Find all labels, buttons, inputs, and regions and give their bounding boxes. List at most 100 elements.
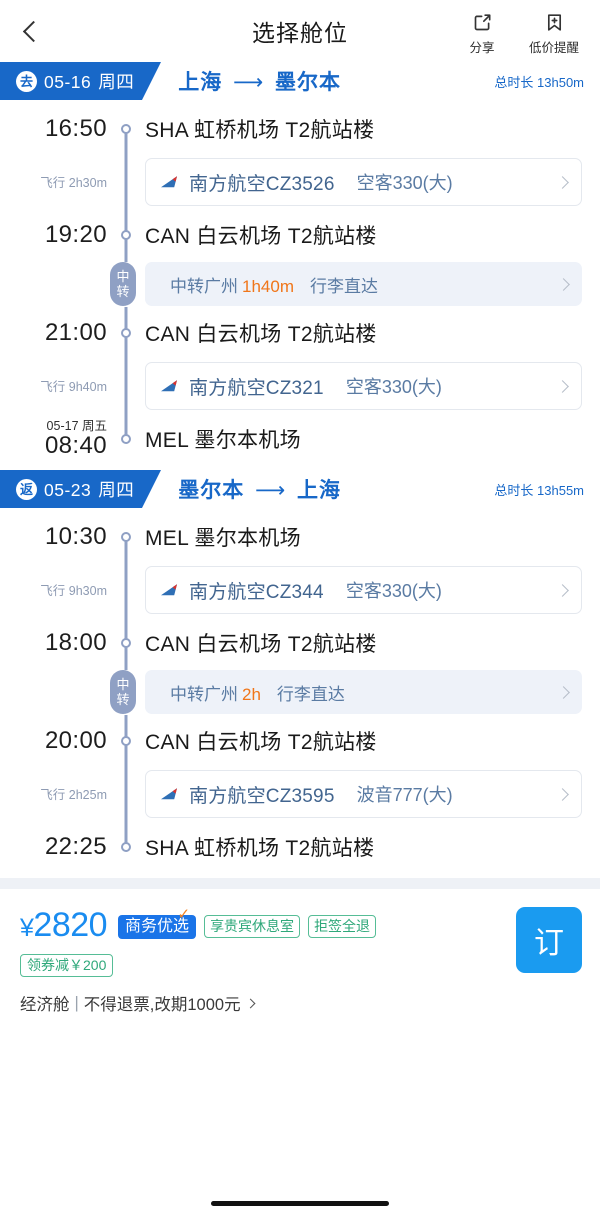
- chevron-right-icon: [556, 175, 569, 189]
- low-price-alert-label: 低价提醒: [528, 41, 579, 55]
- stop-time: 16:50: [44, 115, 107, 142]
- trip-banner: 返 05-23 周四 墨尔本 ⟶ 上海 总时长 13h55m: [0, 470, 600, 508]
- timeline-rail-col: [118, 416, 134, 462]
- timeline-stop: 21:00 CAN 白云机场 T2航站楼: [0, 310, 600, 356]
- timeline-stop: 22:25 SHA 虹桥机场 T2航站楼: [0, 824, 600, 870]
- timeline-flight-segment: 飞行 9h40m 南方航空CZ321 空客330(大): [0, 356, 600, 416]
- timeline-stop: 16:50 SHA 虹桥机场 T2航站楼: [0, 106, 600, 152]
- coupon-badge[interactable]: 领券减￥200: [20, 954, 114, 977]
- trip-date-tag: 去 05-16 周四: [0, 62, 162, 100]
- flight-number: 南方航空CZ3595: [189, 785, 335, 807]
- flight-duration: 飞行 2h25m: [40, 788, 107, 802]
- header-actions: 分享 低价提醒: [454, 6, 600, 56]
- share-label: 分享: [469, 41, 495, 55]
- price-amount: ¥2820: [20, 906, 108, 946]
- trip-date: 05-23 周四: [44, 479, 135, 500]
- timeline-flight-segment: 飞行 2h25m 南方航空CZ3595 波音777(大): [0, 764, 600, 824]
- stop-time-col: 22:25: [0, 833, 118, 861]
- benefit-badge-refund: 拒签全退: [308, 915, 377, 938]
- stop-time: 18:00: [44, 629, 107, 656]
- home-indicator: [211, 1201, 389, 1206]
- price-summary: ¥2820 商务优选 ✓ 享贵宾休息室 拒签全退 领券减￥200 订: [20, 907, 582, 977]
- chevron-right-icon: [556, 787, 569, 801]
- timeline-rail-col: [118, 620, 134, 666]
- timeline-stop: 05-17 周五 08:40 MEL 墨尔本机场: [0, 416, 600, 462]
- flight-duration-col: 飞行 9h30m: [0, 580, 118, 600]
- flight-card[interactable]: 南方航空CZ3526 空客330(大): [145, 158, 582, 206]
- stop-name: SHA 虹桥机场 T2航站楼: [145, 119, 375, 142]
- airline-logo-icon: [161, 176, 177, 188]
- stop-name: SHA 虹桥机场 T2航站楼: [145, 837, 375, 860]
- stop-name: MEL 墨尔本机场: [145, 527, 301, 550]
- chevron-right-icon: [557, 277, 570, 291]
- itinerary-list: 去 05-16 周四 上海 ⟶ 墨尔本 总时长 13h50m 16:50 SHA 虹桥机场 …: [0, 62, 600, 878]
- timeline-rail-col: [118, 824, 134, 870]
- timeline-rail-col: [118, 310, 134, 356]
- route-arrow-icon: ⟶: [248, 479, 294, 502]
- timeline-transfer: 中转 中转广州 1h40m 行李直达: [0, 258, 600, 310]
- stop-name: CAN 白云机场 T2航站楼: [145, 225, 377, 248]
- aircraft-type: 空客330(大): [356, 173, 453, 193]
- stop-time: 21:00: [44, 319, 107, 346]
- stop-name: CAN 白云机场 T2航站楼: [145, 633, 377, 656]
- price-row: ¥2820 商务优选 ✓ 享贵宾休息室 拒签全退: [20, 907, 506, 946]
- stop-time: 20:00: [44, 727, 107, 754]
- stop-name: CAN 白云机场 T2航站楼: [145, 731, 377, 754]
- route-arrow-icon: ⟶: [226, 71, 272, 94]
- timeline-node: [121, 532, 131, 542]
- share-button[interactable]: 分享: [454, 10, 510, 56]
- timeline-node: [121, 842, 131, 852]
- aircraft-type: 空客330(大): [345, 581, 442, 601]
- timeline-node: [121, 328, 131, 338]
- timeline-node: [121, 124, 131, 134]
- low-price-alert-button[interactable]: 低价提醒: [526, 10, 582, 56]
- flight-number: 南方航空CZ321: [189, 377, 324, 399]
- flight-card[interactable]: 南方航空CZ321 空客330(大): [145, 362, 582, 410]
- flight-card[interactable]: 南方航空CZ344 空客330(大): [145, 566, 582, 614]
- timeline-rail-col: [118, 514, 134, 560]
- share-icon: [472, 10, 493, 34]
- trip-route: 上海 ⟶ 墨尔本: [178, 71, 342, 94]
- price-value: 2820: [33, 906, 108, 944]
- transfer-card[interactable]: 中转广州 1h40m 行李直达: [145, 262, 582, 306]
- fare-separator: |: [74, 993, 79, 1012]
- timeline-rail-col: [118, 152, 134, 212]
- trip-banner: 去 05-16 周四 上海 ⟶ 墨尔本 总时长 13h50m: [0, 62, 600, 100]
- timeline-rail-col: [118, 106, 134, 152]
- transfer-card[interactable]: 中转广州 2h 行李直达: [145, 670, 582, 714]
- primary-badge: 商务优选 ✓: [118, 907, 197, 939]
- transfer-tab: 中转: [110, 262, 136, 306]
- flight-number: 南方航空CZ344: [189, 581, 324, 603]
- flight-duration: 飞行 2h30m: [40, 176, 107, 190]
- stop-time-col: 18:00: [0, 629, 118, 657]
- trip-date-tag: 返 05-23 周四: [0, 470, 162, 508]
- benefit-badge-lounge: 享贵宾休息室: [204, 915, 301, 938]
- transfer-baggage: 行李直达: [309, 276, 378, 296]
- back-button[interactable]: [0, 0, 62, 62]
- direction-icon: 返: [16, 478, 37, 500]
- timeline-node: [121, 230, 131, 240]
- stop-time-col: 16:50: [0, 115, 118, 143]
- timeline-rail: [124, 560, 128, 620]
- timeline-rail-col: [118, 212, 134, 258]
- currency-symbol: ¥: [20, 914, 34, 942]
- airline-logo-icon: [161, 788, 177, 800]
- order-button[interactable]: 订: [516, 907, 582, 973]
- flight-card[interactable]: 南方航空CZ3595 波音777(大): [145, 770, 582, 818]
- timeline-rail: [124, 152, 128, 212]
- timeline-stop: 10:30 MEL 墨尔本机场: [0, 514, 600, 560]
- trip-date: 05-16 周四: [44, 71, 135, 92]
- airline-logo-icon: [161, 584, 177, 596]
- fare-rule-row[interactable]: 经济舱 | 不得退票,改期1000元: [20, 991, 582, 1015]
- trip-total-duration: 总时长 13h55m: [494, 482, 584, 498]
- price-details: ¥2820 商务优选 ✓ 享贵宾休息室 拒签全退 领券减￥200: [20, 907, 506, 977]
- trip-timeline: 16:50 SHA 虹桥机场 T2航站楼飞行 2h30m 南方航空CZ3526 空客3…: [0, 100, 600, 470]
- stop-time-col: 21:00: [0, 319, 118, 347]
- stop-time-col: 10:30: [0, 523, 118, 551]
- timeline-rail-col: [118, 356, 134, 416]
- timeline-rail: [124, 356, 128, 416]
- flight-duration: 飞行 9h40m: [40, 380, 107, 394]
- stop-time-col: 05-17 周五 08:40: [0, 419, 118, 460]
- price-bar: ¥2820 商务优选 ✓ 享贵宾休息室 拒签全退 领券减￥200 订 经济舱 |…: [0, 889, 600, 1015]
- stop-time: 19:20: [44, 221, 107, 248]
